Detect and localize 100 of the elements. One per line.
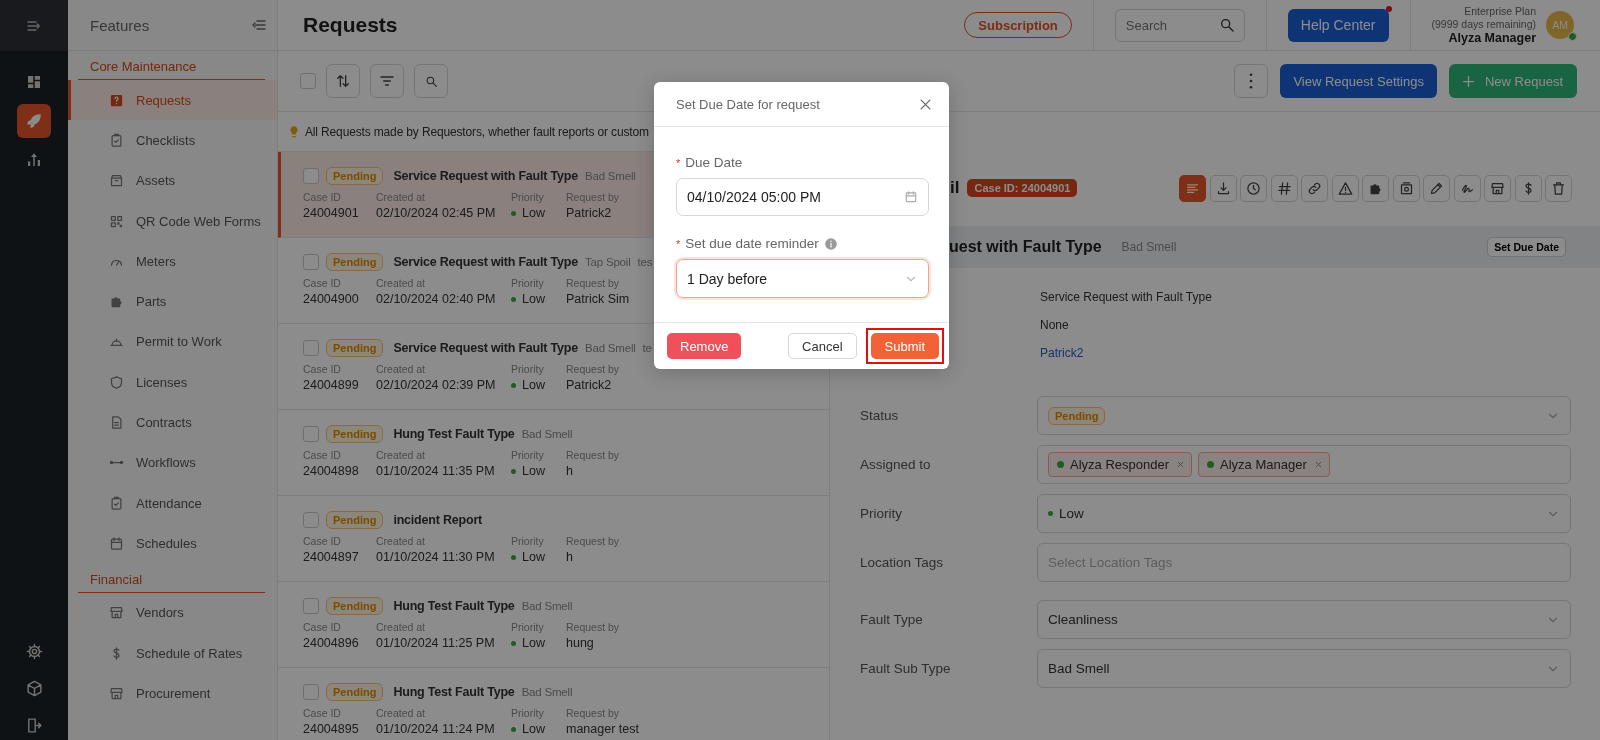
row-checkbox[interactable] xyxy=(303,598,319,614)
select-field[interactable]: Cleanliness xyxy=(1037,600,1571,639)
store-icon xyxy=(109,685,124,701)
priority-value: Low xyxy=(522,378,545,392)
nav-item[interactable]: Assets xyxy=(68,160,277,201)
request-title: incident Report xyxy=(393,513,483,527)
nav-item[interactable]: Checklists xyxy=(68,120,277,161)
nav-item[interactable]: Parts xyxy=(68,281,277,322)
document-icon xyxy=(109,415,124,430)
search-button[interactable] xyxy=(414,64,448,98)
row-checkbox[interactable] xyxy=(303,254,319,270)
created-at: 01/10/2024 11:30 PM xyxy=(376,550,495,564)
field-label: Request by xyxy=(566,707,620,719)
case-id: 24004896 xyxy=(303,636,359,650)
cancel-button[interactable]: Cancel xyxy=(788,333,857,359)
requester-link[interactable]: Patrick2 xyxy=(1040,346,1084,360)
chart-icon xyxy=(25,151,43,169)
priority-field[interactable]: Low xyxy=(1037,494,1571,533)
collapse-icon[interactable] xyxy=(251,17,267,33)
priority-value: Low xyxy=(522,636,545,650)
status-badge: Pending xyxy=(326,339,384,357)
request-row[interactable]: Pending incident Report Case ID Created at Priority Request by 24004897 01/10/2024 11:30 PM Low h xyxy=(278,496,829,582)
priority-value: Low xyxy=(522,550,545,564)
requester: Patrick Sim xyxy=(566,292,630,306)
nav-item[interactable]: Meters xyxy=(68,241,277,282)
field-label: Fault Sub Type xyxy=(860,661,952,676)
submit-button[interactable]: Submit xyxy=(870,333,939,359)
select-all-checkbox[interactable] xyxy=(300,73,316,89)
nav-item[interactable]: Workflows xyxy=(68,442,277,483)
priority-dot xyxy=(511,296,516,302)
row-checkbox[interactable] xyxy=(303,684,319,700)
created-at: 01/10/2024 11:25 PM xyxy=(376,636,495,650)
row-checkbox[interactable] xyxy=(303,340,319,356)
status-badge: Pending xyxy=(326,425,384,443)
search-field[interactable]: Search xyxy=(1114,8,1245,42)
remove-icon[interactable] xyxy=(1175,459,1186,470)
case-id: 24004900 xyxy=(303,292,359,306)
field-label: Case ID xyxy=(303,535,341,547)
download-icon xyxy=(1215,180,1231,196)
requester: Patrick2 xyxy=(566,206,612,220)
select-field[interactable]: Bad Smell xyxy=(1037,649,1571,688)
requester: manager test xyxy=(566,722,639,736)
detail-title: il xyxy=(950,178,960,198)
nav-item[interactable]: Vendors xyxy=(68,592,277,633)
nav-item[interactable]: Requests xyxy=(68,80,277,121)
nav-item[interactable]: Licenses xyxy=(68,362,277,403)
tool-button[interactable] xyxy=(1179,174,1206,202)
due-date-field[interactable]: 04/10/2024 05:00 PM xyxy=(676,178,929,216)
cube-icon xyxy=(25,679,43,697)
request-settings-button[interactable]: View Request Settings xyxy=(1280,64,1437,98)
status-field[interactable]: Pending xyxy=(1037,396,1571,435)
tags-field[interactable]: Alyza Responder Alyza Manager xyxy=(1037,445,1571,484)
info-value: Service Request with Fault Type xyxy=(1040,290,1212,304)
row-checkbox[interactable] xyxy=(303,168,319,184)
priority-dot xyxy=(511,382,516,388)
reminder-select[interactable]: 1 Day before xyxy=(676,259,929,298)
request-row[interactable]: Pending Hung Test Fault Type Bad Smell Case ID Created at Priority Request by 24004895 01/10/2024 11:24 PM Low manager test xyxy=(278,668,829,740)
nav-item[interactable]: Permit to Work xyxy=(68,321,277,363)
request-tag: Bad Smell xyxy=(521,428,573,440)
required-mark: * xyxy=(676,156,681,169)
nav-item[interactable]: Contracts xyxy=(68,402,277,443)
status-badge: Pending xyxy=(326,597,384,615)
request-row[interactable]: Pending Hung Test Fault Type Bad Smell Case ID Created at Priority Request by 24004896 01/10/2024 11:25 PM Low hung xyxy=(278,582,829,668)
online-dot xyxy=(1057,461,1064,468)
select-value: Bad Smell xyxy=(1048,661,1110,676)
row-checkbox[interactable] xyxy=(303,512,319,528)
request-row[interactable]: Pending Hung Test Fault Type Bad Smell Case ID Created at Priority Request by 24004898 01/10/2024 11:35 PM Low h xyxy=(278,410,829,496)
case-id: 24004895 xyxy=(303,722,359,736)
rail-button[interactable] xyxy=(17,104,51,138)
created-at: 01/10/2024 11:35 PM xyxy=(376,464,495,478)
plan-name: Enterprise Plan xyxy=(1464,5,1536,18)
help-center-button[interactable]: Help Center xyxy=(1287,8,1389,42)
calendar-icon xyxy=(904,190,918,204)
filter-button[interactable] xyxy=(370,64,404,98)
created-at: 02/10/2024 02:40 PM xyxy=(376,292,496,306)
row-checkbox[interactable] xyxy=(303,426,319,442)
subscription-button[interactable]: Subscription xyxy=(964,12,1072,38)
online-dot xyxy=(1207,461,1214,468)
user-name: Alyza Manager xyxy=(1448,32,1536,45)
nav-item[interactable]: Schedule of Rates xyxy=(68,632,277,674)
sort-button[interactable] xyxy=(326,64,360,98)
priority-value: Low xyxy=(522,464,545,478)
set-due-date-button[interactable]: Set Due Date xyxy=(1487,237,1566,257)
info-value: None xyxy=(1040,318,1069,332)
sort-icon xyxy=(335,73,351,89)
remove-button[interactable]: Remove xyxy=(667,333,742,359)
request-title: Service Request with Fault Type xyxy=(393,341,578,355)
field-label: Case ID xyxy=(303,449,341,461)
request-title: Service Request with Fault Type xyxy=(393,169,578,183)
request-tag: te xyxy=(642,342,652,354)
case-id: 24004898 xyxy=(303,464,359,478)
camera-icon xyxy=(1398,180,1414,196)
request-title: Hung Test Fault Type xyxy=(393,427,515,441)
nav-item[interactable]: Procurement xyxy=(68,673,277,714)
new-request-button[interactable]: New Request xyxy=(1448,64,1577,98)
field-label: Status xyxy=(860,408,900,423)
nav-item[interactable]: Attendance xyxy=(68,482,277,524)
nav-item[interactable]: Schedules xyxy=(68,523,277,564)
nav-item[interactable]: QR Code Web Forms xyxy=(68,200,277,242)
hash-icon xyxy=(1276,180,1292,196)
